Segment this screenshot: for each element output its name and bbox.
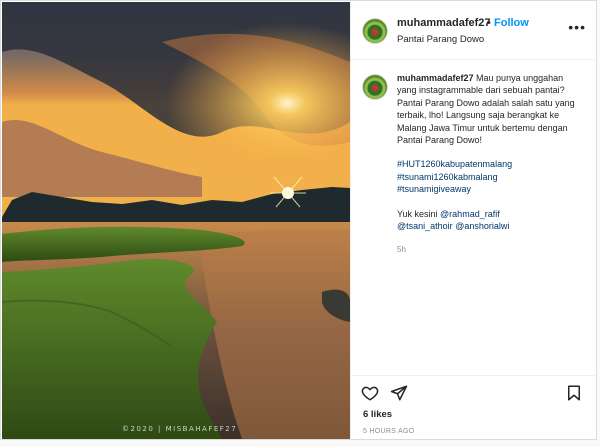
mentions-line: Yuk kesini @rahmad_rafif @tsani_athoir @a… [397,208,583,233]
hashtag-link[interactable]: #HUT1260kabupatenmalang [397,158,583,170]
mention-link[interactable]: @rahmad_rafif [440,209,500,219]
post-location[interactable]: Pantai Parang Dowo [397,34,484,45]
hashtag-list: #HUT1260kabupatenmalang #tsunami1260kabm… [397,158,583,195]
heart-icon[interactable] [361,384,379,407]
post-username[interactable]: muhammadafef27 [397,17,491,29]
sunset-beach-image [2,2,350,439]
caption-time: 5h [397,245,406,255]
mention-link[interactable]: @tsani_athoir [397,221,453,231]
avatar[interactable] [362,18,388,44]
more-options-icon[interactable]: ••• [568,19,586,35]
caption-body: muhammadafef27 Mau punya unggahan yang i… [397,72,583,146]
post-timestamp: 5 HOURS AGO [363,428,415,435]
caption-text: muhammadafef27 Mau punya unggahan yang i… [397,72,583,257]
mentions-intro: Yuk kesini [397,208,438,219]
caption-message: Mau punya unggahan yang instagrammable d… [397,73,575,146]
separator-dot: • [487,17,491,29]
post-header: muhammadafef27 • Follow Pantai Parang Do… [351,1,598,60]
action-bar: 6 likes 5 HOURS AGO [351,375,598,440]
photo-watermark: ©2020 | MISBAHAFEF27 [122,425,238,433]
paper-plane-icon[interactable] [390,384,408,407]
caption-username[interactable]: muhammadafef27 [397,73,474,83]
caption-avatar[interactable] [362,74,388,100]
hashtag-link[interactable]: #tsunamigiveaway [397,183,583,195]
bookmark-icon[interactable] [565,384,583,407]
likes-count[interactable]: 6 likes [363,409,392,420]
post-photo[interactable]: ©2020 | MISBAHAFEF27 [2,2,350,439]
hashtag-link[interactable]: #tsunami1260kabmalang [397,171,583,183]
mention-link[interactable]: @anshorialwi [455,221,509,231]
follow-button[interactable]: Follow [494,17,529,29]
post-card: ©2020 | MISBAHAFEF27 muhammadafef27 • Fo… [0,0,598,440]
caption-section: muhammadafef27 Mau punya unggahan yang i… [351,60,598,375]
post-sidebar: muhammadafef27 • Follow Pantai Parang Do… [350,1,598,439]
